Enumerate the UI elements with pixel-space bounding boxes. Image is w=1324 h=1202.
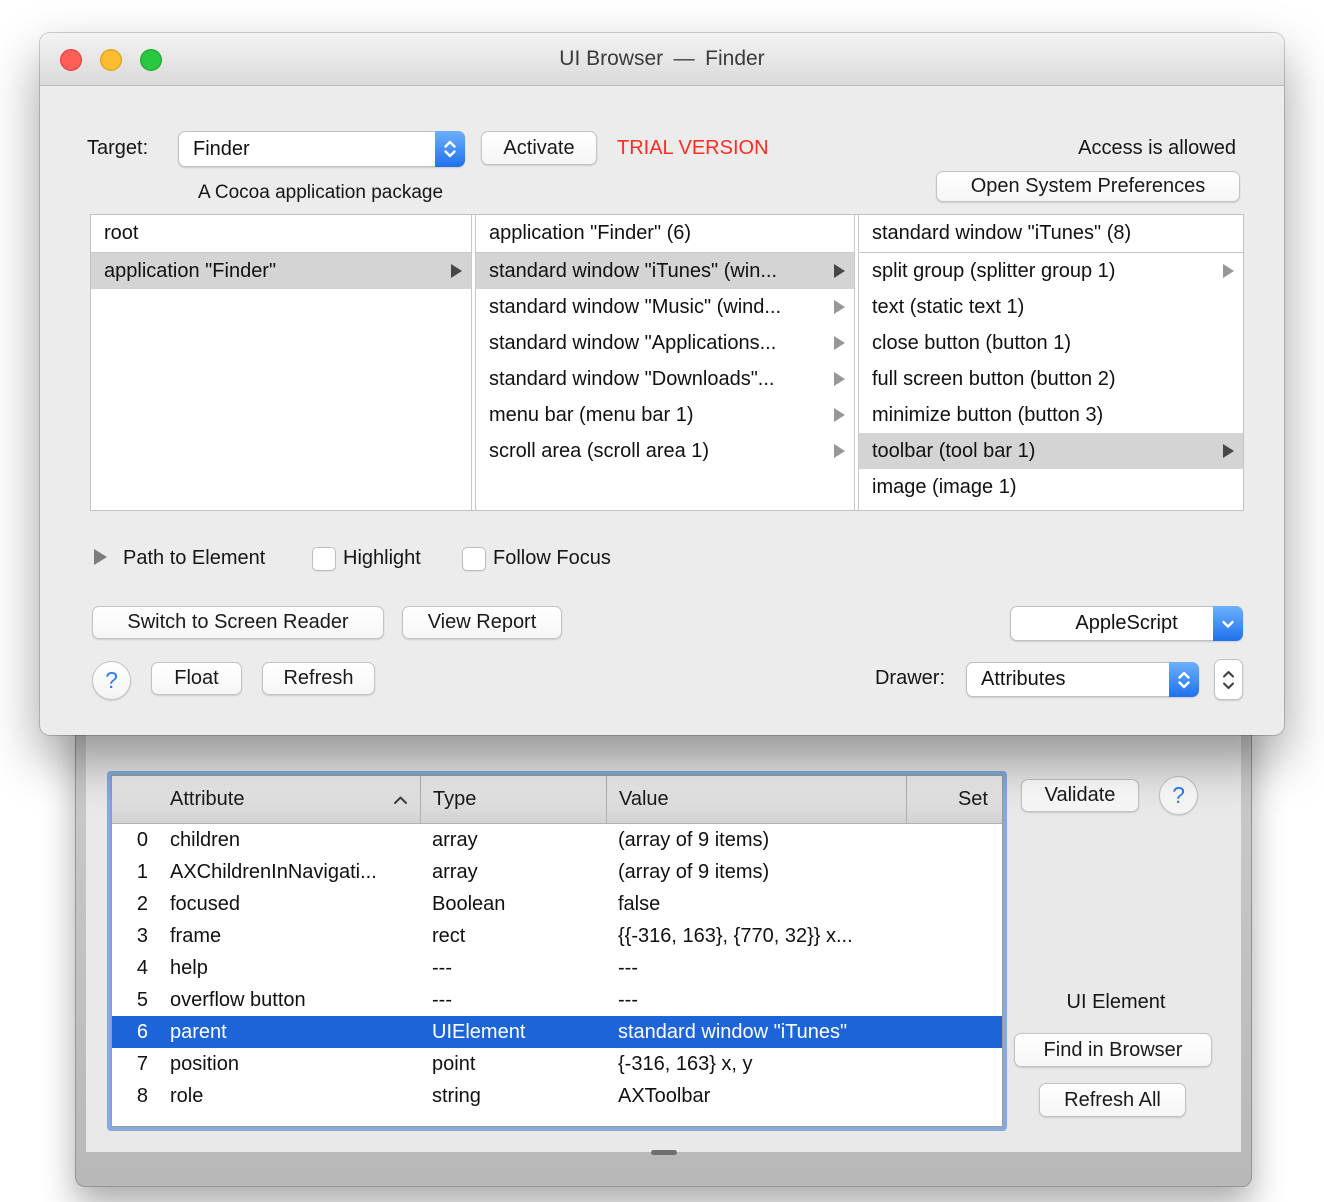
table-row[interactable]: 1 AXChildrenInNavigati... array (array o… <box>112 856 1002 888</box>
window-title: UI Browser — Finder <box>559 47 765 70</box>
table-row[interactable]: 7 position point {-316, 163} x, y <box>112 1048 1002 1080</box>
table-row[interactable]: 5 overflow button --- --- <box>112 984 1002 1016</box>
popup-updown-chevrons-icon <box>435 131 465 167</box>
browser-column-application: application "Finder" (6) standard window… <box>475 215 855 510</box>
help-icon[interactable]: ? <box>1159 776 1198 815</box>
drawer-stepper[interactable] <box>1214 659 1243 700</box>
target-popup[interactable]: Finder <box>178 131 465 167</box>
browser-column-header: root <box>91 215 471 253</box>
list-item[interactable]: standard window "Downloads"... <box>476 361 854 397</box>
main-window: UI Browser — Finder Target: Finder Activ… <box>40 33 1284 735</box>
list-item[interactable]: full screen button (button 2) <box>859 361 1243 397</box>
disclosure-arrow-icon <box>834 444 845 458</box>
find-in-browser-button[interactable]: Find in Browser <box>1014 1033 1212 1067</box>
list-item[interactable]: minimize button (button 3) <box>859 397 1243 433</box>
table-body: 0 children array (array of 9 items) 1 AX… <box>112 824 1002 1112</box>
highlight-checkbox[interactable] <box>312 547 336 571</box>
view-report-button[interactable]: View Report <box>402 606 562 639</box>
open-system-preferences-button[interactable]: Open System Preferences <box>936 171 1240 202</box>
list-item[interactable]: image (image 1) <box>859 469 1243 505</box>
list-item[interactable]: close button (button 1) <box>859 325 1243 361</box>
disclosure-arrow-icon <box>834 264 845 278</box>
table-row[interactable]: 3 frame rect {{-316, 163}, {770, 32}} x.… <box>112 920 1002 952</box>
disclosure-arrow-icon <box>834 408 845 422</box>
disclosure-arrow-icon <box>1223 444 1234 458</box>
column-header-attribute[interactable]: Attribute <box>162 776 420 823</box>
browser-column-header: standard window "iTunes" (8) <box>859 215 1243 253</box>
drawer-label: Drawer: <box>874 667 945 689</box>
highlight-label: Highlight <box>343 546 421 569</box>
table-row-selected[interactable]: 6 parent UIElement standard window "iTun… <box>112 1016 1002 1048</box>
column-header-attribute-label: Attribute <box>170 788 245 810</box>
stepper-down-icon <box>1223 682 1234 689</box>
element-browser: root application "Finder" application "F… <box>90 214 1244 511</box>
list-item[interactable]: scroll area (scroll area 1) <box>476 433 854 469</box>
drawer-resize-handle[interactable] <box>650 1150 677 1155</box>
table-row[interactable]: 2 focused Boolean false <box>112 888 1002 920</box>
ui-element-label: UI Element <box>1066 991 1166 1013</box>
path-disclosure-triangle-icon[interactable] <box>94 549 107 565</box>
table-header-row: Attribute Type Value Set <box>112 776 1002 824</box>
browser-column-header: application "Finder" (6) <box>476 215 854 253</box>
browser-column-window: standard window "iTunes" (8) split group… <box>858 215 1243 510</box>
disclosure-arrow-icon <box>834 336 845 350</box>
refresh-all-button[interactable]: Refresh All <box>1039 1083 1186 1117</box>
column-header-value[interactable]: Value <box>606 776 906 823</box>
column-header-type[interactable]: Type <box>420 776 606 823</box>
target-caption: A Cocoa application package <box>197 182 444 203</box>
list-item[interactable]: standard window "Music" (wind... <box>476 289 854 325</box>
drawer-popup[interactable]: Attributes <box>966 662 1199 697</box>
switch-to-screen-reader-button[interactable]: Switch to Screen Reader <box>92 606 384 639</box>
trial-version-label: TRIAL VERSION <box>617 136 769 159</box>
list-item[interactable]: standard window "iTunes" (win... <box>476 253 854 289</box>
titlebar[interactable]: UI Browser — Finder <box>40 33 1284 86</box>
column-header-index <box>112 776 162 823</box>
disclosure-arrow-icon <box>451 264 462 278</box>
target-popup-value: Finder <box>193 137 250 160</box>
list-item[interactable]: split group (splitter group 1) <box>859 253 1243 289</box>
sort-ascending-icon <box>394 796 407 804</box>
follow-focus-label: Follow Focus <box>493 546 611 569</box>
float-button[interactable]: Float <box>151 662 242 695</box>
disclosure-arrow-icon <box>1223 264 1234 278</box>
drawer-window: Attribute Type Value Set 0 children arra… <box>75 720 1252 1187</box>
activate-button[interactable]: Activate <box>481 131 597 165</box>
help-icon[interactable]: ? <box>92 661 131 700</box>
popup-updown-chevrons-icon <box>1169 662 1199 697</box>
target-label: Target: <box>87 136 149 159</box>
table-row[interactable]: 4 help --- --- <box>112 952 1002 984</box>
list-item[interactable]: menu bar (menu bar 1) <box>476 397 854 433</box>
list-item[interactable]: standard window "Applications... <box>476 325 854 361</box>
pulldown-chevron-icon <box>1213 606 1243 641</box>
validate-button[interactable]: Validate <box>1021 779 1139 812</box>
column-header-set[interactable]: Set <box>906 776 1002 823</box>
attributes-table-focus-ring: Attribute Type Value Set 0 children arra… <box>107 771 1007 1131</box>
list-item[interactable]: text (static text 1) <box>859 289 1243 325</box>
stepper-up-icon <box>1223 670 1234 677</box>
table-row[interactable]: 0 children array (array of 9 items) <box>112 824 1002 856</box>
applescript-pulldown[interactable]: AppleScript <box>1010 606 1243 641</box>
disclosure-arrow-icon <box>834 372 845 386</box>
browser-column-root: root application "Finder" <box>91 215 472 510</box>
disclosure-arrow-icon <box>834 300 845 314</box>
access-status-label: Access is allowed <box>1078 136 1236 159</box>
list-item[interactable]: application "Finder" <box>91 253 471 289</box>
list-item-selected[interactable]: toolbar (tool bar 1) <box>859 433 1243 469</box>
refresh-button[interactable]: Refresh <box>262 662 375 695</box>
path-to-element-label[interactable]: Path to Element <box>123 543 265 573</box>
attributes-table: Attribute Type Value Set 0 children arra… <box>111 775 1003 1127</box>
follow-focus-checkbox[interactable] <box>462 547 486 571</box>
table-row[interactable]: 8 role string AXToolbar <box>112 1080 1002 1112</box>
